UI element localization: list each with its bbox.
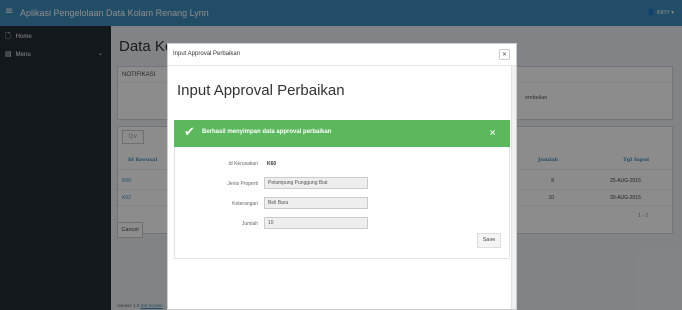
jenis-properti-field[interactable]: Pelampung Punggung Biat bbox=[264, 177, 368, 189]
close-icon[interactable]: × bbox=[499, 49, 510, 60]
jumlah-field[interactable]: 10 bbox=[264, 217, 368, 229]
check-icon: ✔ bbox=[184, 125, 195, 140]
modal-scrollbar[interactable] bbox=[511, 66, 516, 309]
modal-window-title: Input Approval Perbaikan bbox=[173, 51, 241, 57]
save-button[interactable]: Save bbox=[477, 233, 501, 248]
jumlah-label: Jumlah bbox=[241, 221, 258, 227]
modal-heading: Input Approval Perbaikan bbox=[177, 82, 345, 99]
modal-titlebar: Input Approval Perbaikan × bbox=[168, 44, 516, 66]
id-kerusakan-value: K60 bbox=[267, 161, 277, 167]
approval-modal: Input Approval Perbaikan × Input Approva… bbox=[167, 43, 517, 310]
jenis-properti-label: Jenis Properti bbox=[227, 181, 258, 187]
alert-close-icon[interactable]: × bbox=[489, 128, 496, 137]
keterangan-label: Keterangan bbox=[232, 201, 258, 207]
id-kerusakan-label: Id Kerusakan bbox=[228, 161, 258, 167]
alert-message: Berhasil menyimpan data approval perbaik… bbox=[202, 129, 332, 135]
success-alert: ✔ Berhasil menyimpan data approval perba… bbox=[174, 120, 510, 147]
approval-form: Id Kerusakan K60 Jenis Properti Pelampun… bbox=[174, 147, 510, 259]
keterangan-field[interactable]: Beli Baru bbox=[264, 197, 368, 209]
